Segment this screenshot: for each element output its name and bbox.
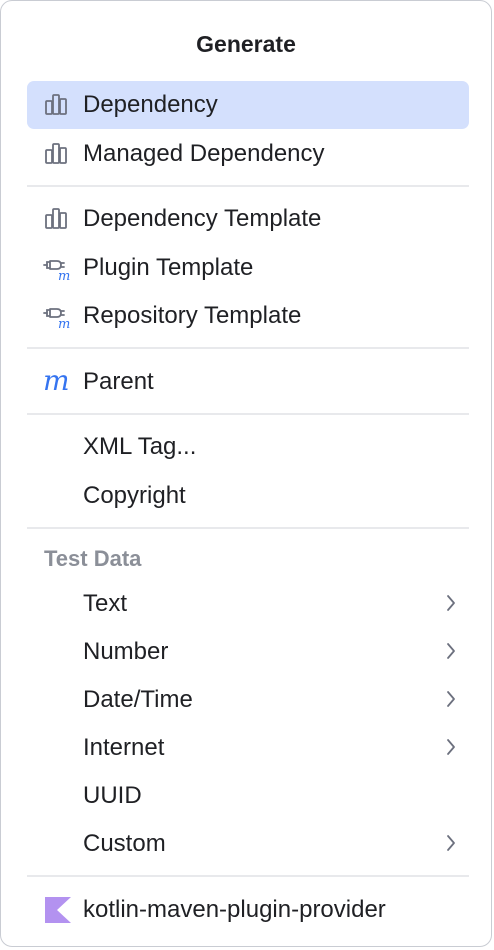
menu-item-custom[interactable]: Custom bbox=[27, 820, 469, 868]
menu-item-label: UUID bbox=[83, 782, 142, 809]
svg-text:m: m bbox=[43, 369, 70, 395]
menu-item-label: Internet bbox=[83, 734, 165, 761]
menu-item-label: Parent bbox=[83, 368, 154, 395]
menu-item-number[interactable]: Number bbox=[27, 628, 469, 676]
menu-separator bbox=[27, 347, 469, 349]
menu-item-label: Copyright bbox=[83, 482, 186, 509]
maven-m-icon: m bbox=[43, 369, 70, 395]
menu-item-label: kotlin-maven-plugin-provider bbox=[83, 896, 386, 923]
dependency-icon bbox=[45, 94, 67, 115]
section-header-test-data: Test Data bbox=[44, 546, 142, 571]
menu-separator bbox=[27, 527, 469, 529]
menu-item-uuid[interactable]: UUID bbox=[27, 772, 469, 820]
menu-item-label: Dependency Template bbox=[83, 205, 322, 232]
dependency-icon bbox=[45, 143, 67, 164]
menu-item-label: Dependency bbox=[83, 91, 218, 118]
menu-item-parent[interactable]: m Parent bbox=[27, 358, 469, 406]
menu-item-label: Repository Template bbox=[83, 302, 302, 329]
menu-item-kotlin-maven-plugin-provider[interactable]: kotlin-maven-plugin-provider bbox=[27, 886, 469, 934]
menu-item-label: Managed Dependency bbox=[83, 140, 325, 167]
chevron-right-icon bbox=[447, 595, 455, 611]
chevron-right-icon bbox=[447, 835, 455, 851]
svg-text:m: m bbox=[58, 269, 70, 281]
chevron-right-icon bbox=[447, 739, 455, 755]
menu-item-label: Custom bbox=[83, 830, 166, 857]
menu-separator bbox=[27, 875, 469, 877]
maven-plugin-icon: m bbox=[43, 260, 70, 281]
menu-item-plugin-template[interactable]: m Plugin Template bbox=[27, 244, 469, 292]
menu-item-managed-dependency[interactable]: Managed Dependency bbox=[27, 130, 469, 178]
generate-popup: Generate Dependency Managed Dependency D… bbox=[0, 0, 492, 947]
menu-item-xml-tag[interactable]: XML Tag... bbox=[27, 423, 469, 471]
menu-item-copyright[interactable]: Copyright bbox=[27, 472, 469, 520]
menu-item-label: Text bbox=[83, 590, 128, 617]
kotlin-logo-icon bbox=[45, 897, 71, 923]
chevron-right-icon bbox=[447, 691, 455, 707]
menu-item-label: XML Tag... bbox=[83, 433, 197, 460]
menu-separator bbox=[27, 413, 469, 415]
chevron-right-icon bbox=[447, 643, 455, 659]
menu-item-label: Date/Time bbox=[83, 686, 193, 713]
menu-item-date-time[interactable]: Date/Time bbox=[27, 676, 469, 724]
menu-item-repository-template[interactable]: m Repository Template bbox=[27, 292, 469, 340]
menu-item-text[interactable]: Text bbox=[27, 580, 469, 628]
menu-item-dependency[interactable]: Dependency bbox=[27, 81, 469, 129]
maven-plugin-icon: m bbox=[43, 308, 70, 329]
menu-item-label: Number bbox=[83, 638, 169, 665]
menu-item-dependency-template[interactable]: Dependency Template bbox=[27, 195, 469, 243]
menu-separator bbox=[27, 185, 469, 187]
menu-item-internet[interactable]: Internet bbox=[27, 724, 469, 772]
dependency-icon bbox=[45, 208, 67, 229]
svg-text:m: m bbox=[58, 317, 70, 329]
menu-item-label: Plugin Template bbox=[83, 254, 254, 281]
popup-title: Generate bbox=[196, 31, 296, 57]
